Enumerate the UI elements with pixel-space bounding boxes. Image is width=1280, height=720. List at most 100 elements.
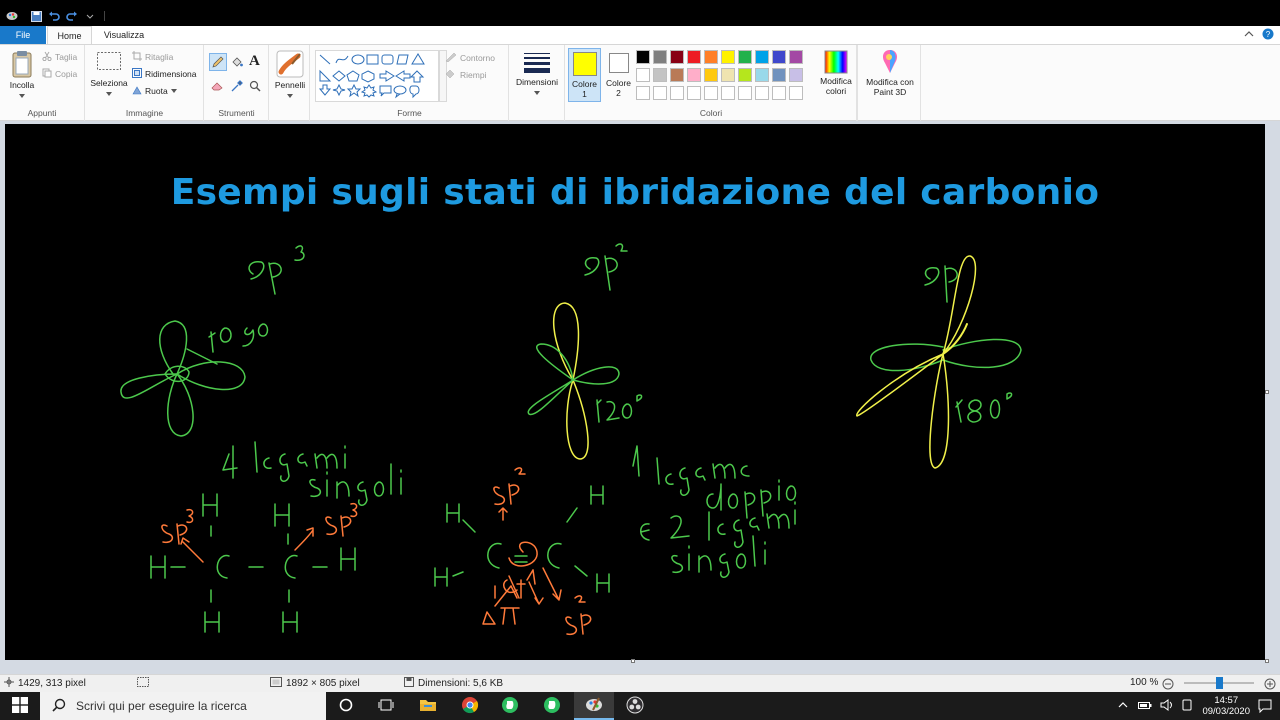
canvas-resize-handle-bottom[interactable] [631,659,635,663]
collapse-ribbon-icon[interactable] [1244,30,1254,40]
brushes-dropdown-icon[interactable] [287,94,293,98]
copy-button[interactable]: Copia [42,68,77,80]
title-bar [0,6,1280,26]
zoom-out-icon[interactable] [1162,678,1174,693]
palette-swatch[interactable] [772,68,786,82]
palette-swatch[interactable] [636,86,650,100]
palette-swatch[interactable] [687,86,701,100]
fill-bucket-icon[interactable] [231,56,243,70]
outline-button[interactable]: Contorno [445,52,495,64]
paste-dropdown-icon[interactable] [19,94,25,98]
palette-swatch[interactable] [789,68,803,82]
paint-taskbar-button[interactable] [574,692,614,720]
size-button[interactable]: Dimensioni [516,51,558,97]
palette-swatch[interactable] [738,50,752,64]
group-clipboard: Incolla Taglia Copia Appunti [0,45,85,121]
canvas-area: Esempi sugli stati di ibridazione del ca… [0,121,1280,674]
palette-swatch[interactable] [636,50,650,64]
palette-swatch[interactable] [670,86,684,100]
edit-colors-line2: colori [825,86,847,96]
evernote-button-1[interactable] [490,692,530,720]
palette-swatch[interactable] [755,68,769,82]
battery-icon[interactable] [1138,701,1152,712]
evernote-button-2[interactable] [532,692,572,720]
notifications-icon[interactable] [1258,699,1272,715]
start-button[interactable] [0,692,40,720]
quick-access-dropdown-icon[interactable] [84,10,96,22]
palette-swatch[interactable] [653,68,667,82]
palette-swatch[interactable] [755,50,769,64]
tab-view[interactable]: Visualizza [96,26,152,44]
shapes-group-label: Forme [397,108,422,118]
canvas-resize-handle-right[interactable] [1265,390,1269,394]
handwriting-legame-doppio [632,445,797,578]
palette-swatch[interactable] [687,50,701,64]
palette-swatch[interactable] [704,50,718,64]
task-view-button[interactable] [326,692,366,720]
rotate-button[interactable]: Ruota [132,85,177,97]
palette-swatch[interactable] [704,68,718,82]
undo-icon[interactable] [48,10,60,22]
redo-icon[interactable] [66,10,78,22]
keyboard-language-icon[interactable] [1182,699,1192,713]
crop-button[interactable]: Ritaglia [132,51,173,63]
file-size-text: Dimensioni: 5,6 KB [418,678,504,689]
cut-button[interactable]: Taglia [42,51,77,63]
taskbar-clock[interactable]: 14:57 09/03/2020 [1202,695,1250,717]
color-picker-icon[interactable] [231,80,243,94]
palette-swatch[interactable] [789,50,803,64]
palette-swatch[interactable] [670,50,684,64]
palette-swatch[interactable] [653,86,667,100]
volume-icon[interactable] [1160,699,1174,713]
file-explorer-button[interactable] [408,692,448,720]
palette-swatch[interactable] [772,50,786,64]
tab-file[interactable]: File [0,26,46,44]
canvas-resize-handle-corner[interactable] [1265,659,1269,663]
drawing-canvas[interactable]: Esempi sugli stati di ibridazione del ca… [5,124,1265,660]
palette-swatch[interactable] [721,86,735,100]
palette-swatch[interactable] [755,86,769,100]
palette-swatch[interactable] [653,50,667,64]
task-view-icon-button[interactable] [366,692,406,720]
fill-button[interactable]: Riempi [445,69,486,81]
paint-app-icon[interactable] [6,10,18,22]
chrome-button[interactable] [450,692,490,720]
save-icon[interactable] [30,10,42,22]
zoom-slider-thumb[interactable] [1216,677,1223,689]
brushes-button[interactable]: Pennelli [274,50,306,100]
size-dropdown-icon[interactable] [534,91,540,95]
pencil-icon[interactable] [209,53,227,71]
palette-swatch[interactable] [687,68,701,82]
ethene-formula [434,485,610,593]
select-dropdown-icon[interactable] [106,92,112,96]
palette-swatch[interactable] [738,86,752,100]
select-button[interactable]: Seleziona [90,50,128,98]
obs-button[interactable] [615,692,655,720]
edit-colors-button[interactable]: Modifica colori [816,50,856,96]
taskbar-search[interactable]: Scrivi qui per eseguire la ricerca [40,692,326,720]
paint3d-line2: Paint 3D [873,87,907,97]
system-tray: 14:57 09/03/2020 [1118,692,1280,720]
eraser-icon[interactable] [211,81,223,93]
paste-button[interactable]: Incolla [8,50,36,100]
palette-swatch[interactable] [721,50,735,64]
rotate-dropdown-icon[interactable] [170,89,177,93]
text-tool-icon[interactable]: A [249,53,260,70]
palette-swatch[interactable] [721,68,735,82]
magnifier-icon[interactable] [249,80,261,94]
shapes-gallery[interactable] [315,50,439,102]
palette-swatch[interactable] [704,86,718,100]
resize-button[interactable]: Ridimensiona [132,68,197,80]
palette-swatch[interactable] [738,68,752,82]
paint3d-button[interactable]: Modifica con Paint 3D [860,49,920,97]
palette-swatch[interactable] [636,68,650,82]
help-icon[interactable]: ? [1262,28,1274,42]
palette-swatch[interactable] [670,68,684,82]
image-size-icon [270,677,282,690]
palette-swatch[interactable] [789,86,803,100]
tab-home[interactable]: Home [47,26,92,44]
tray-chevron-icon[interactable] [1118,701,1128,711]
palette-swatch[interactable] [772,86,786,100]
sp2-label [584,243,628,291]
zoom-in-icon[interactable] [1264,678,1276,693]
